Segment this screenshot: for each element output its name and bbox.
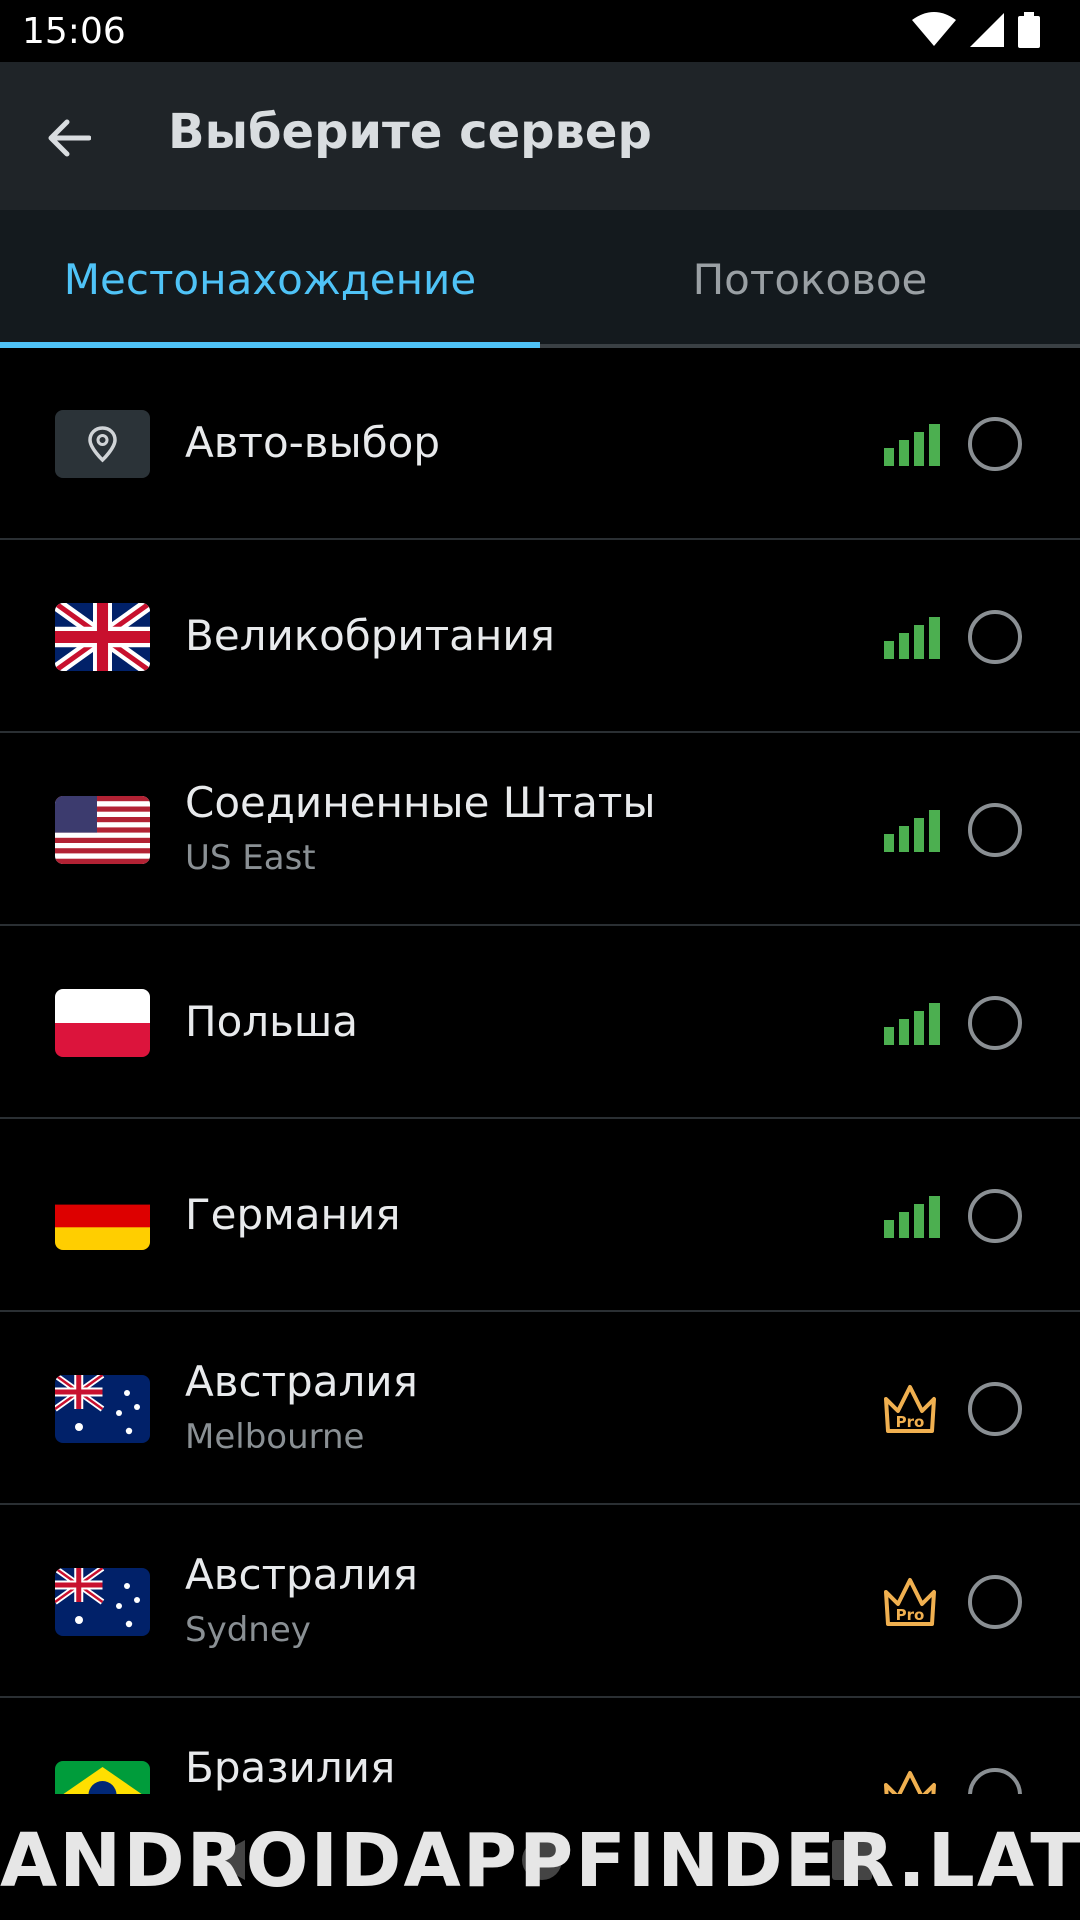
pro-crown-icon: Pro xyxy=(884,1771,936,1794)
pro-crown-icon: Pro xyxy=(884,1578,936,1626)
server-name: Бразилия xyxy=(185,1743,396,1792)
watermark-text: ANDROIDAPPFINDER.LAT xyxy=(0,1818,1080,1904)
server-name: Австралия xyxy=(185,1357,418,1406)
battery-icon xyxy=(1018,12,1040,48)
server-row-germany[interactable]: Германия xyxy=(0,1120,1080,1312)
signal-strength-icon xyxy=(884,810,940,852)
server-city: Sydney xyxy=(185,1610,311,1650)
app-bar: Выберите сервер xyxy=(0,62,1080,210)
brazil-flag-icon xyxy=(55,1761,150,1794)
cell-signal-icon xyxy=(970,13,1004,47)
server-row-us[interactable]: Соединенные Штаты US East xyxy=(0,734,1080,926)
pro-badge-label: Pro xyxy=(896,1606,925,1624)
server-row-brazil[interactable]: Бразилия Pro xyxy=(0,1699,1080,1794)
status-bar: 15:06 xyxy=(0,0,1080,62)
system-icons xyxy=(912,12,1040,48)
server-row-uk[interactable]: Великобритания xyxy=(0,541,1080,733)
server-radio[interactable] xyxy=(968,610,1022,664)
server-city: Melbourne xyxy=(185,1417,365,1457)
server-name: Великобритания xyxy=(185,611,555,660)
status-time: 15:06 xyxy=(22,10,126,52)
server-radio[interactable] xyxy=(968,1382,1022,1436)
server-radio[interactable] xyxy=(968,803,1022,857)
server-row-australia-melbourne[interactable]: Австралия Melbourne Pro xyxy=(0,1313,1080,1505)
arrow-back-icon xyxy=(48,119,91,157)
australia-flag-icon xyxy=(55,1375,150,1443)
signal-strength-icon xyxy=(884,617,940,659)
server-radio[interactable] xyxy=(968,1768,1022,1794)
server-radio[interactable] xyxy=(968,996,1022,1050)
server-name: Авто-выбор xyxy=(185,418,440,467)
pro-badge-label: Pro xyxy=(896,1413,925,1431)
page-title: Выберите сервер xyxy=(168,104,652,160)
wifi-icon xyxy=(912,12,956,46)
pro-crown-icon: Pro xyxy=(884,1385,936,1433)
server-name: Польша xyxy=(185,997,359,1046)
germany-flag-icon xyxy=(55,1182,150,1250)
uk-flag-icon xyxy=(55,603,150,671)
us-flag-icon xyxy=(55,796,150,864)
server-name: Соединенные Штаты xyxy=(185,778,656,827)
tab-bar: Местонахождение Потоковое xyxy=(0,210,1080,348)
server-row-australia-sydney[interactable]: Австралия Sydney Pro xyxy=(0,1506,1080,1698)
server-list: Авто-выбор Великобритания Соединенные Шт… xyxy=(0,348,1080,1794)
server-name: Германия xyxy=(185,1190,401,1239)
server-row-poland[interactable]: Польша xyxy=(0,927,1080,1119)
back-button[interactable] xyxy=(40,110,96,166)
server-radio[interactable] xyxy=(968,1575,1022,1629)
tab-streaming-label: Потоковое xyxy=(692,254,928,304)
australia-flag-icon xyxy=(55,1568,150,1636)
server-name: Австралия xyxy=(185,1550,418,1599)
tab-streaming[interactable]: Потоковое xyxy=(540,210,1080,348)
server-row-auto[interactable]: Авто-выбор xyxy=(0,348,1080,540)
server-city: US East xyxy=(185,838,316,878)
server-radio[interactable] xyxy=(968,1189,1022,1243)
tab-location[interactable]: Местонахождение xyxy=(0,210,540,348)
tab-location-label: Местонахождение xyxy=(63,254,477,304)
signal-strength-icon xyxy=(884,1196,940,1238)
signal-strength-icon xyxy=(884,1003,940,1045)
location-pin-icon xyxy=(55,410,150,478)
server-radio[interactable] xyxy=(968,417,1022,471)
signal-strength-icon xyxy=(884,424,940,466)
poland-flag-icon xyxy=(55,989,150,1057)
